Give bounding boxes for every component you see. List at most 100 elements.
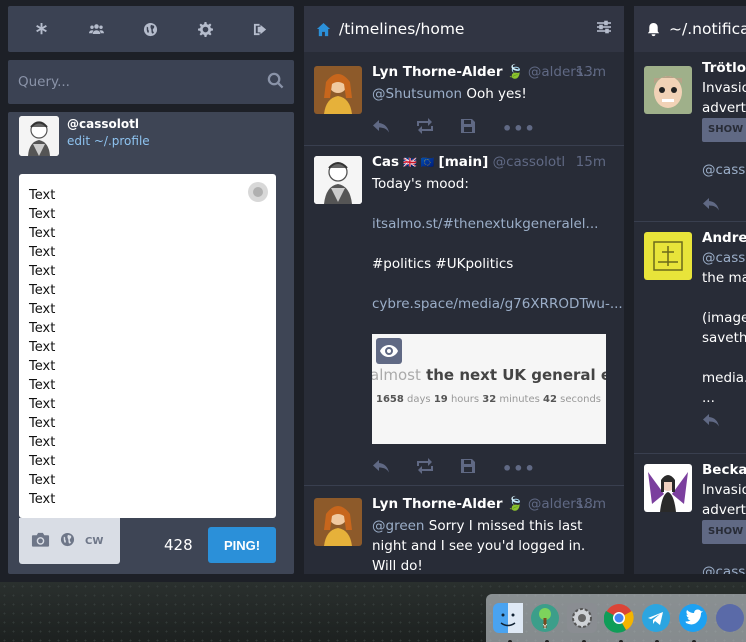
camera-upload-icon[interactable] <box>31 531 50 552</box>
author-name[interactable]: Cas <box>372 154 399 170</box>
compose-text-line: Text <box>29 188 56 203</box>
notification-header: Trötlor <box>702 60 746 76</box>
privacy-globe-icon[interactable] <box>60 532 75 551</box>
notification-content: Invasio adverti SHOW M @cass <box>702 78 746 180</box>
telegram-icon[interactable] <box>639 600 672 642</box>
status-item[interactable]: Cas 🇬🇧 🇪🇺 [main] @cassolotl 15m Today's … <box>304 146 624 486</box>
publish-button[interactable]: PING! <box>208 527 276 563</box>
mention-link[interactable]: @green <box>372 518 425 534</box>
mention-link[interactable]: @Shutsumon <box>372 86 462 102</box>
drawer-nav-bar <box>8 6 294 52</box>
notifier-avatar[interactable] <box>644 464 692 512</box>
author-handle[interactable]: @cassolotl <box>493 154 566 170</box>
notifier-avatar[interactable] <box>644 66 692 114</box>
search-bar[interactable]: Query... <box>8 60 294 104</box>
status-header: Lyn Thorne-Alder 🍃 @alders... <box>372 64 596 80</box>
status-actions: ••• <box>372 118 536 138</box>
author-name[interactable]: Lyn Thorne-Alder <box>372 64 502 80</box>
search-input[interactable]: Query... <box>18 74 267 90</box>
notification-line: saveth <box>702 330 746 346</box>
my-handle: @cassolotl <box>67 117 139 131</box>
local-timeline-users-icon[interactable] <box>82 15 110 43</box>
compose-text-line: Text <box>29 397 56 412</box>
notifier-name[interactable]: Andrew <box>702 230 746 246</box>
twitter-icon[interactable] <box>676 600 709 642</box>
logout-sign-out-icon[interactable] <box>247 15 275 43</box>
author-avatar[interactable] <box>314 66 362 114</box>
notification-line: Invasio <box>702 80 746 96</box>
chrome-browser-icon[interactable] <box>603 600 636 642</box>
notification-header: Andrew <box>702 230 746 246</box>
column-title: ~/.notifications <box>669 20 746 38</box>
hashtags[interactable]: #politics #UKpolitics <box>372 254 610 274</box>
macos-dock: Y <box>486 594 746 642</box>
compose-text-line: Text <box>29 226 56 241</box>
status-time[interactable]: 18m <box>576 496 606 512</box>
compose-text-line: Text <box>29 454 56 469</box>
edit-profile-link[interactable]: edit ~/.profile <box>67 134 150 148</box>
getting-started-asterisk-icon[interactable] <box>27 15 55 43</box>
notification-line: media. <box>702 370 746 386</box>
author-avatar[interactable] <box>314 156 362 204</box>
compose-text-line: Text <box>29 302 56 317</box>
finder-icon[interactable] <box>492 600 525 642</box>
notification-content: @casso the ma (image saveth media. ... <box>702 248 746 408</box>
countdown-unit: hours <box>450 394 480 405</box>
notifier-avatar[interactable] <box>644 232 692 280</box>
compose-text-line: Text <box>29 264 56 279</box>
compose-text-line: Text <box>29 283 56 298</box>
federated-timeline-globe-icon[interactable] <box>137 15 165 43</box>
app-partial-icon[interactable] <box>713 600 746 637</box>
status-item[interactable]: Lyn Thorne-Alder 🍃 @alders... 13m @Shuts… <box>304 52 624 146</box>
favourite-save-icon[interactable] <box>460 458 476 478</box>
show-more-button[interactable]: SHOW M <box>702 520 746 544</box>
notification-item[interactable]: Andrew @casso the ma (image saveth media… <box>634 222 746 454</box>
preferences-gear-icon[interactable] <box>192 15 220 43</box>
column-settings-sliders-icon[interactable] <box>596 20 612 38</box>
compose-text-line: Text <box>29 416 56 431</box>
favourite-save-icon[interactable] <box>460 118 476 138</box>
media-link[interactable]: cybre.space/media/g76XRRODTwu-... <box>372 294 623 314</box>
boost-retweet-icon[interactable] <box>416 118 434 138</box>
compose-text-line: Text <box>29 359 56 374</box>
media-headline-light: almost <box>372 366 421 384</box>
notification-line: (image <box>702 310 746 326</box>
notification-item[interactable]: Trötlor Invasio adverti SHOW M @cass <box>634 52 746 222</box>
show-more-button[interactable]: SHOW M <box>702 118 746 142</box>
family-tree-app-icon[interactable]: Y <box>529 600 562 642</box>
my-avatar[interactable] <box>19 116 59 156</box>
reply-icon[interactable] <box>702 196 720 216</box>
more-options-icon[interactable]: ••• <box>502 119 536 138</box>
system-preferences-gear-icon[interactable] <box>566 600 599 642</box>
notification-item[interactable]: Becka Invasio adverti SHOW M @cass <box>634 454 746 574</box>
status-link[interactable]: itsalmo.st/#thenextukgeneralel... <box>372 214 610 234</box>
compose-textarea[interactable]: Text Text Text Text Text Text Text Text Text Text… <box>19 174 276 518</box>
emoji-picker-icon[interactable] <box>248 182 268 202</box>
status-time[interactable]: 15m <box>576 154 606 170</box>
status-item[interactable]: Lyn Thorne-Alder 🍃 @alders... 18m @green… <box>304 486 624 574</box>
home-column-header[interactable]: /timelines/home <box>304 6 624 52</box>
media-headline: almost the next UK general electi <box>372 366 606 384</box>
countdown-unit: days <box>407 394 431 405</box>
notification-line: @casso <box>702 250 746 266</box>
notification-line: adverti <box>702 100 746 116</box>
reply-icon[interactable] <box>372 118 390 138</box>
boost-retweet-icon[interactable] <box>416 458 434 478</box>
author-name[interactable]: Lyn Thorne-Alder <box>372 496 502 512</box>
countdown-number: 1658 <box>376 394 404 405</box>
media-attachment[interactable]: almost the next UK general electi 1658 d… <box>372 334 606 444</box>
compose-text-line: Text <box>29 435 56 450</box>
toggle-visibility-eye-icon[interactable] <box>376 338 402 364</box>
column-title: /timelines/home <box>339 20 465 38</box>
notifications-column-header[interactable]: ~/.notifications <box>634 6 746 52</box>
status-time[interactable]: 13m <box>576 64 606 80</box>
more-options-icon[interactable]: ••• <box>502 459 536 478</box>
reply-icon[interactable] <box>702 412 720 432</box>
notifier-name[interactable]: Becka <box>702 462 746 478</box>
author-avatar[interactable] <box>314 498 362 546</box>
content-warning-toggle[interactable]: CW <box>85 536 103 547</box>
media-countdown: 1658 days 19 hours 32 minutes 42 seconds <box>376 394 601 405</box>
search-icon[interactable] <box>267 72 284 93</box>
notifier-name[interactable]: Trötlor <box>702 60 746 76</box>
reply-icon[interactable] <box>372 458 390 478</box>
